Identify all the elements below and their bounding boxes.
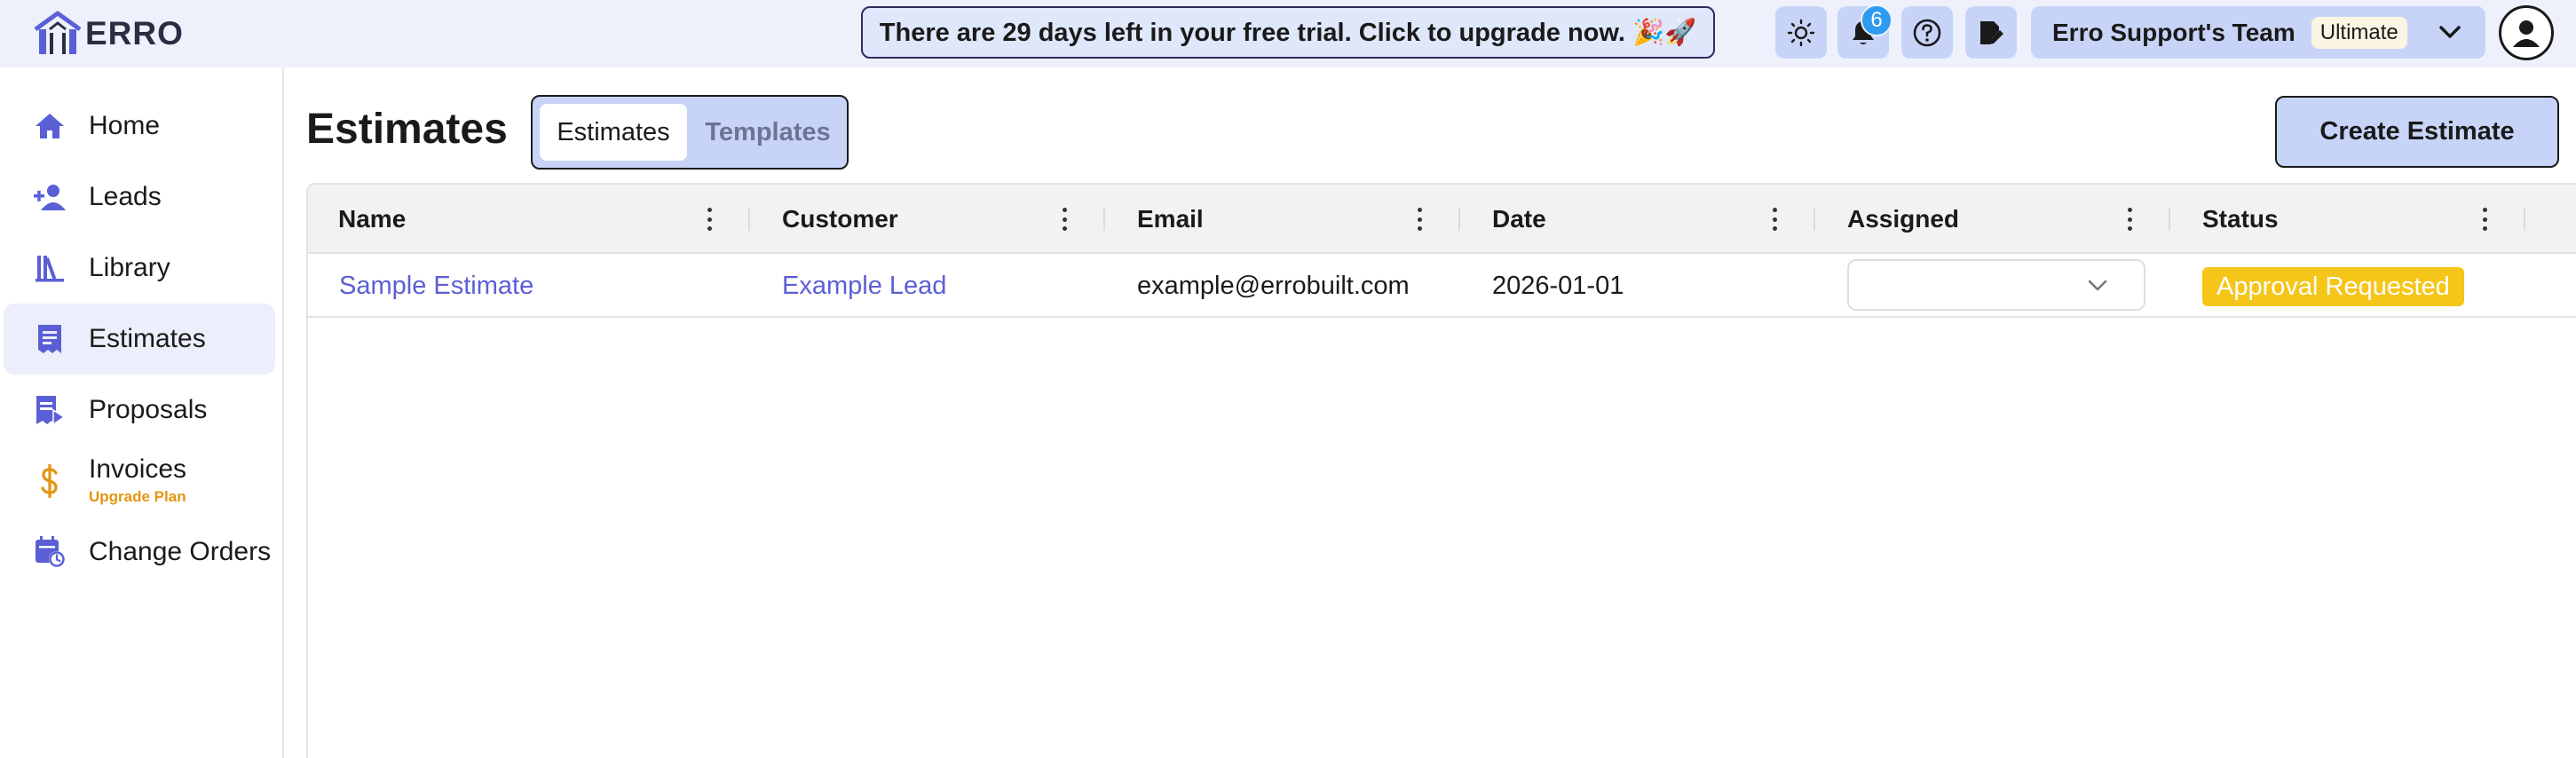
dollar-icon <box>30 462 69 501</box>
erro-logo[interactable]: ERRO <box>32 9 184 59</box>
user-plus-icon <box>30 178 69 217</box>
help-circle-icon <box>1913 19 1941 46</box>
sidebar-item-label: Home <box>89 111 161 140</box>
column-header-email[interactable]: Email <box>1137 185 1204 254</box>
column-menu-icon[interactable] <box>1410 206 1428 233</box>
upgrade-plan-label[interactable]: Upgrade Plan <box>89 488 186 506</box>
column-resize-handle[interactable] <box>2524 208 2525 231</box>
estimate-name-link[interactable]: Sample Estimate <box>339 254 533 318</box>
trial-upgrade-banner[interactable]: There are 29 days left in your free tria… <box>861 6 1715 59</box>
column-menu-icon[interactable] <box>2121 206 2138 233</box>
column-header-date[interactable]: Date <box>1492 185 1546 254</box>
sidebar: Home Leads Library Estimates Proposals I… <box>0 67 284 758</box>
team-switcher[interactable]: Erro Support's Team Ultimate <box>2031 6 2485 59</box>
theme-toggle-button[interactable] <box>1775 6 1827 59</box>
sidebar-item-label: Proposals <box>89 395 208 424</box>
table-row[interactable]: Sample Estimate Example Lead example@err… <box>308 254 2576 318</box>
sidebar-item-label: Change Orders <box>89 537 272 566</box>
column-menu-icon[interactable] <box>1055 206 1073 233</box>
edit-document-button[interactable] <box>1965 6 2017 59</box>
notifications-button[interactable]: 6 <box>1837 4 1892 59</box>
sun-icon <box>1787 19 1815 46</box>
user-icon <box>2513 20 2540 47</box>
email-cell: example@errobuilt.com <box>1137 271 1410 300</box>
column-resize-handle[interactable] <box>1813 208 1815 231</box>
column-resize-handle[interactable] <box>748 208 750 231</box>
sidebar-item-estimates[interactable]: Estimates <box>4 304 275 375</box>
column-menu-icon[interactable] <box>2476 206 2493 233</box>
sidebar-item-leads[interactable]: Leads <box>4 162 275 233</box>
plan-badge: Ultimate <box>2311 16 2407 49</box>
user-avatar[interactable] <box>2499 5 2554 60</box>
column-resize-handle[interactable] <box>2169 208 2170 231</box>
chevron-down-icon <box>2439 26 2461 38</box>
estimates-templates-toggle: Estimates Templates <box>531 95 849 170</box>
edit-document-icon <box>1980 20 2003 44</box>
column-header-customer[interactable]: Customer <box>782 185 898 254</box>
notification-count-badge: 6 <box>1861 4 1892 36</box>
house-logo-icon <box>34 11 82 54</box>
sidebar-item-invoices[interactable]: Invoices Upgrade Plan <box>4 446 275 517</box>
column-header-name[interactable]: Name <box>338 185 406 254</box>
column-header-assigned[interactable]: Assigned <box>1847 185 1959 254</box>
sidebar-item-library[interactable]: Library <box>4 233 275 304</box>
estimates-table: Name Customer Email Date Assigned Status <box>306 183 2576 758</box>
sidebar-item-proposals[interactable]: Proposals <box>4 375 275 446</box>
customer-link[interactable]: Example Lead <box>782 254 946 318</box>
column-resize-handle[interactable] <box>1458 208 1460 231</box>
sidebar-item-label: Library <box>89 253 170 282</box>
calendar-clock-icon <box>30 533 69 572</box>
column-header-status[interactable]: Status <box>2202 185 2279 254</box>
help-button[interactable] <box>1901 6 1953 59</box>
chevron-down-icon <box>2088 280 2107 291</box>
column-resize-handle[interactable] <box>1103 208 1105 231</box>
sidebar-item-home[interactable]: Home <box>4 91 275 162</box>
date-cell: 2026-01-01 <box>1492 271 1624 300</box>
column-menu-icon[interactable] <box>700 206 718 233</box>
home-icon <box>30 107 69 146</box>
receipt-icon <box>30 320 69 359</box>
logo-text: ERRO <box>85 15 184 51</box>
page-title: Estimates <box>306 106 508 153</box>
sidebar-item-label: Estimates <box>89 324 206 353</box>
status-badge[interactable]: Approval Requested <box>2202 267 2464 306</box>
proposal-icon <box>30 391 69 430</box>
sidebar-item-change-orders[interactable]: Change Orders <box>4 517 275 588</box>
assigned-select[interactable] <box>1847 259 2145 311</box>
tab-estimates[interactable]: Estimates <box>540 104 687 161</box>
library-icon <box>30 249 69 288</box>
sidebar-item-label: Invoices <box>89 454 187 484</box>
top-bar: ERRO There are 29 days left in your free… <box>0 0 2576 67</box>
create-estimate-button[interactable]: Create Estimate <box>2275 96 2559 168</box>
tab-templates[interactable]: Templates <box>692 104 843 161</box>
column-menu-icon[interactable] <box>1766 206 1783 233</box>
table-header: Name Customer Email Date Assigned Status <box>308 185 2576 254</box>
team-name: Erro Support's Team <box>2052 18 2295 46</box>
sidebar-item-label: Leads <box>89 182 162 211</box>
